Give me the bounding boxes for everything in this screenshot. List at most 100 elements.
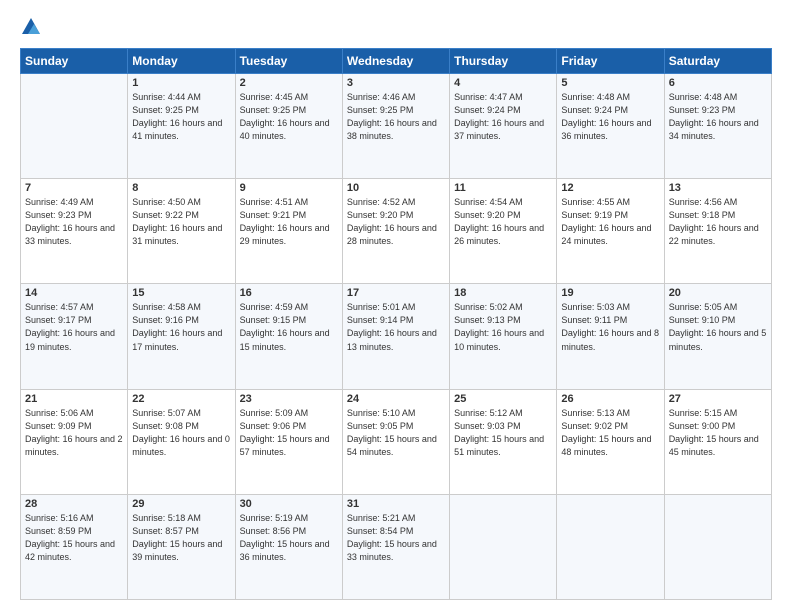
day-number: 30 [240, 498, 338, 510]
day-cell: 5 Sunrise: 4:48 AMSunset: 9:24 PMDaylight… [557, 74, 664, 179]
day-info: Sunrise: 4:48 AMSunset: 9:24 PMDaylight:… [561, 91, 659, 143]
week-row-2: 7Sunrise: 4:49 AMSunset: 9:23 PMDaylight… [21, 179, 772, 284]
day-number: 21 [25, 393, 123, 405]
day-number: 2 [240, 77, 338, 89]
day-cell: 13Sunrise: 4:56 AMSunset: 9:18 PMDayligh… [664, 179, 771, 284]
header [20, 16, 772, 38]
day-number: 12 [561, 182, 659, 194]
day-info: Sunrise: 5:07 AMSunset: 9:08 PMDaylight:… [132, 407, 230, 459]
day-info: Sunrise: 4:55 AMSunset: 9:19 PMDaylight:… [561, 196, 659, 248]
day-cell: 16 Sunrise: 4:59 AMSunset: 9:15 PMDayligh… [235, 284, 342, 389]
page: SundayMondayTuesdayWednesdayThursdayFrid… [0, 0, 792, 612]
day-number: 26 [561, 393, 659, 405]
day-info: Sunrise: 4:47 AMSunset: 9:24 PMDaylight:… [454, 91, 552, 143]
day-cell: 9 Sunrise: 4:51 AMSunset: 9:21 PMDaylight… [235, 179, 342, 284]
col-header-saturday: Saturday [664, 49, 771, 74]
day-cell: 14 Sunrise: 4:57 AMSunset: 9:17 PMDayligh… [21, 284, 128, 389]
day-number: 13 [669, 182, 767, 194]
day-number: 24 [347, 393, 445, 405]
day-number: 29 [132, 498, 230, 510]
day-number: 6 [669, 77, 767, 89]
day-cell: 3Sunrise: 4:46 AMSunset: 9:25 PMDaylight… [342, 74, 449, 179]
day-info: Sunrise: 4:48 AMSunset: 9:23 PMDaylight:… [669, 91, 767, 143]
col-header-monday: Monday [128, 49, 235, 74]
day-info: Sunrise: 5:16 AMSunset: 8:59 PMDaylight:… [25, 512, 123, 564]
day-info: Sunrise: 5:13 AMSunset: 9:02 PMDaylight:… [561, 407, 659, 459]
day-cell: 20 Sunrise: 5:05 AMSunset: 9:10 PMDayligh… [664, 284, 771, 389]
day-number: 18 [454, 287, 552, 299]
day-info: Sunrise: 4:45 AMSunset: 9:25 PMDaylight:… [240, 91, 338, 143]
day-info: Sunrise: 4:52 AMSunset: 9:20 PMDaylight:… [347, 196, 445, 248]
day-cell: 1 Sunrise: 4:44 AMSunset: 9:25 PMDaylight… [128, 74, 235, 179]
day-info: Sunrise: 5:18 AMSunset: 8:57 PMDaylight:… [132, 512, 230, 564]
calendar-table: SundayMondayTuesdayWednesdayThursdayFrid… [20, 48, 772, 600]
day-number: 10 [347, 182, 445, 194]
week-row-3: 14 Sunrise: 4:57 AMSunset: 9:17 PMDayligh… [21, 284, 772, 389]
day-cell: 19Sunrise: 5:03 AMSunset: 9:11 PMDayligh… [557, 284, 664, 389]
day-info: Sunrise: 4:50 AMSunset: 9:22 PMDaylight:… [132, 196, 230, 248]
day-cell: 15Sunrise: 4:58 AMSunset: 9:16 PMDayligh… [128, 284, 235, 389]
day-cell: 17 Sunrise: 5:01 AMSunset: 9:14 PMDayligh… [342, 284, 449, 389]
day-info: Sunrise: 5:05 AMSunset: 9:10 PMDaylight:… [669, 301, 767, 353]
day-info: Sunrise: 5:19 AMSunset: 8:56 PMDaylight:… [240, 512, 338, 564]
day-cell: 31Sunrise: 5:21 AMSunset: 8:54 PMDayligh… [342, 494, 449, 599]
day-cell: 4 Sunrise: 4:47 AMSunset: 9:24 PMDaylight… [450, 74, 557, 179]
day-number: 16 [240, 287, 338, 299]
week-row-1: 1 Sunrise: 4:44 AMSunset: 9:25 PMDaylight… [21, 74, 772, 179]
day-cell [450, 494, 557, 599]
day-info: Sunrise: 5:09 AMSunset: 9:06 PMDaylight:… [240, 407, 338, 459]
col-header-thursday: Thursday [450, 49, 557, 74]
day-cell: 8 Sunrise: 4:50 AMSunset: 9:22 PMDaylight… [128, 179, 235, 284]
day-info: Sunrise: 5:02 AMSunset: 9:13 PMDaylight:… [454, 301, 552, 353]
day-cell: 28 Sunrise: 5:16 AMSunset: 8:59 PMDayligh… [21, 494, 128, 599]
day-cell: 29 Sunrise: 5:18 AMSunset: 8:57 PMDayligh… [128, 494, 235, 599]
day-info: Sunrise: 4:59 AMSunset: 9:15 PMDaylight:… [240, 301, 338, 353]
day-number: 7 [25, 182, 123, 194]
day-cell: 7Sunrise: 4:49 AMSunset: 9:23 PMDaylight… [21, 179, 128, 284]
day-number: 20 [669, 287, 767, 299]
day-info: Sunrise: 4:57 AMSunset: 9:17 PMDaylight:… [25, 301, 123, 353]
day-number: 23 [240, 393, 338, 405]
day-cell: 11 Sunrise: 4:54 AMSunset: 9:20 PMDayligh… [450, 179, 557, 284]
day-cell [664, 494, 771, 599]
day-number: 25 [454, 393, 552, 405]
day-cell: 27Sunrise: 5:15 AMSunset: 9:00 PMDayligh… [664, 389, 771, 494]
day-cell: 10 Sunrise: 4:52 AMSunset: 9:20 PMDayligh… [342, 179, 449, 284]
day-number: 9 [240, 182, 338, 194]
col-header-sunday: Sunday [21, 49, 128, 74]
day-number: 28 [25, 498, 123, 510]
logo [20, 16, 46, 38]
day-info: Sunrise: 5:06 AMSunset: 9:09 PMDaylight:… [25, 407, 123, 459]
day-cell: 22 Sunrise: 5:07 AMSunset: 9:08 PMDayligh… [128, 389, 235, 494]
day-info: Sunrise: 5:03 AMSunset: 9:11 PMDaylight:… [561, 301, 659, 353]
day-number: 22 [132, 393, 230, 405]
day-info: Sunrise: 4:51 AMSunset: 9:21 PMDaylight:… [240, 196, 338, 248]
day-number: 17 [347, 287, 445, 299]
day-cell: 6 Sunrise: 4:48 AMSunset: 9:23 PMDaylight… [664, 74, 771, 179]
col-header-friday: Friday [557, 49, 664, 74]
logo-icon [20, 16, 42, 38]
week-row-5: 28 Sunrise: 5:16 AMSunset: 8:59 PMDayligh… [21, 494, 772, 599]
day-info: Sunrise: 4:58 AMSunset: 9:16 PMDaylight:… [132, 301, 230, 353]
day-info: Sunrise: 4:44 AMSunset: 9:25 PMDaylight:… [132, 91, 230, 143]
day-number: 3 [347, 77, 445, 89]
col-header-tuesday: Tuesday [235, 49, 342, 74]
day-number: 8 [132, 182, 230, 194]
day-cell: 21 Sunrise: 5:06 AMSunset: 9:09 PMDayligh… [21, 389, 128, 494]
day-cell: 26 Sunrise: 5:13 AMSunset: 9:02 PMDayligh… [557, 389, 664, 494]
day-info: Sunrise: 5:01 AMSunset: 9:14 PMDaylight:… [347, 301, 445, 353]
day-number: 31 [347, 498, 445, 510]
col-header-wednesday: Wednesday [342, 49, 449, 74]
day-info: Sunrise: 5:15 AMSunset: 9:00 PMDaylight:… [669, 407, 767, 459]
day-number: 4 [454, 77, 552, 89]
day-cell: 24Sunrise: 5:10 AMSunset: 9:05 PMDayligh… [342, 389, 449, 494]
day-info: Sunrise: 5:12 AMSunset: 9:03 PMDaylight:… [454, 407, 552, 459]
day-cell [21, 74, 128, 179]
day-cell: 12 Sunrise: 4:55 AMSunset: 9:19 PMDayligh… [557, 179, 664, 284]
day-number: 5 [561, 77, 659, 89]
day-number: 14 [25, 287, 123, 299]
day-info: Sunrise: 4:54 AMSunset: 9:20 PMDaylight:… [454, 196, 552, 248]
day-number: 11 [454, 182, 552, 194]
day-number: 1 [132, 77, 230, 89]
day-cell [557, 494, 664, 599]
